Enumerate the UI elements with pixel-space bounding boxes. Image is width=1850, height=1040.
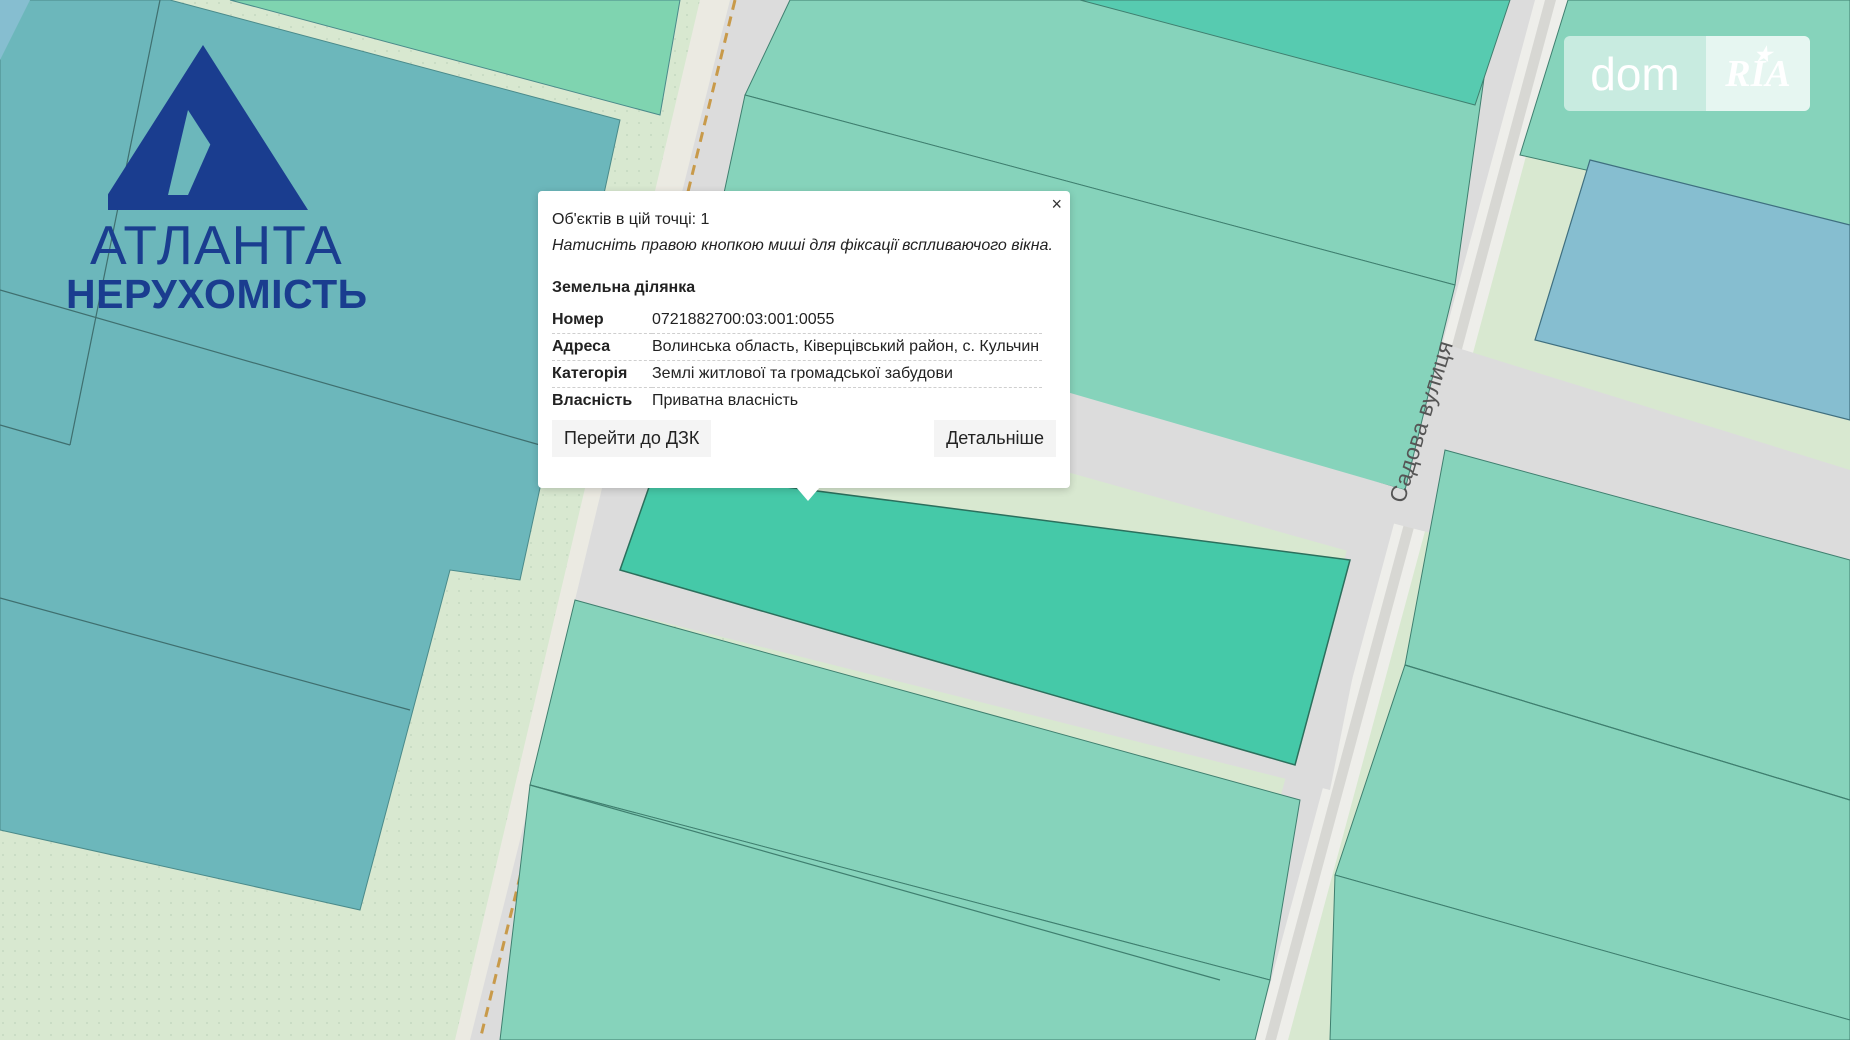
attribute-value: 0721882700:03:001:0055 xyxy=(652,307,1042,334)
parcel-attributes-table: Номер 0721882700:03:001:0055 Адреса Воли… xyxy=(552,307,1042,414)
popup-pointer xyxy=(796,487,820,501)
popup-buttons: Перейти до ДЗК Детальніше xyxy=(552,420,1056,457)
attribute-value: Землі житлової та громадської забудови xyxy=(652,360,1042,388)
dom-ria-logo: dom ★ RIA xyxy=(1564,36,1810,111)
attribute-value: Приватна власність xyxy=(652,392,799,409)
close-icon[interactable]: × xyxy=(1051,195,1062,213)
ria-logo-text: ★ RIA xyxy=(1706,36,1810,111)
star-icon: ★ xyxy=(1754,44,1772,66)
dom-logo-text: dom xyxy=(1590,47,1680,100)
attribute-key: Власність xyxy=(552,392,633,409)
details-button[interactable]: Детальніше xyxy=(934,420,1056,457)
attribute-key: Адреса xyxy=(552,333,652,361)
atlanta-logo-word-1: АТЛАНТА xyxy=(90,214,343,276)
parcel-info-popup: × Об'єктів в цій точці: 1 Натисніть прав… xyxy=(538,191,1070,488)
table-row: Номер 0721882700:03:001:0055 xyxy=(552,307,1042,334)
objects-count: Об'єктів в цій точці: 1 xyxy=(552,211,710,228)
popup-hint: Натисніть правою кнопкою миші для фіксац… xyxy=(552,237,1053,254)
table-row: Адреса Волинська область, Ківерцівський … xyxy=(552,333,1042,361)
atlanta-logo: АТЛАНТА НЕРУХОМІСТЬ xyxy=(60,40,367,320)
attribute-value: Волинська область, Ківерцівський район, … xyxy=(652,333,1042,361)
attribute-key: Номер xyxy=(552,307,652,334)
popup-section-title: Земельна ділянка xyxy=(552,279,696,296)
atlanta-logo-triangle-icon xyxy=(108,45,308,210)
table-row: Категорія Землі житлової та громадської … xyxy=(552,360,1042,388)
table-row: Власність Приватна власність xyxy=(552,388,1042,415)
atlanta-logo-word-2: НЕРУХОМІСТЬ xyxy=(66,271,368,317)
attribute-key: Категорія xyxy=(552,360,652,388)
go-to-dzk-button[interactable]: Перейти до ДЗК xyxy=(552,420,712,457)
